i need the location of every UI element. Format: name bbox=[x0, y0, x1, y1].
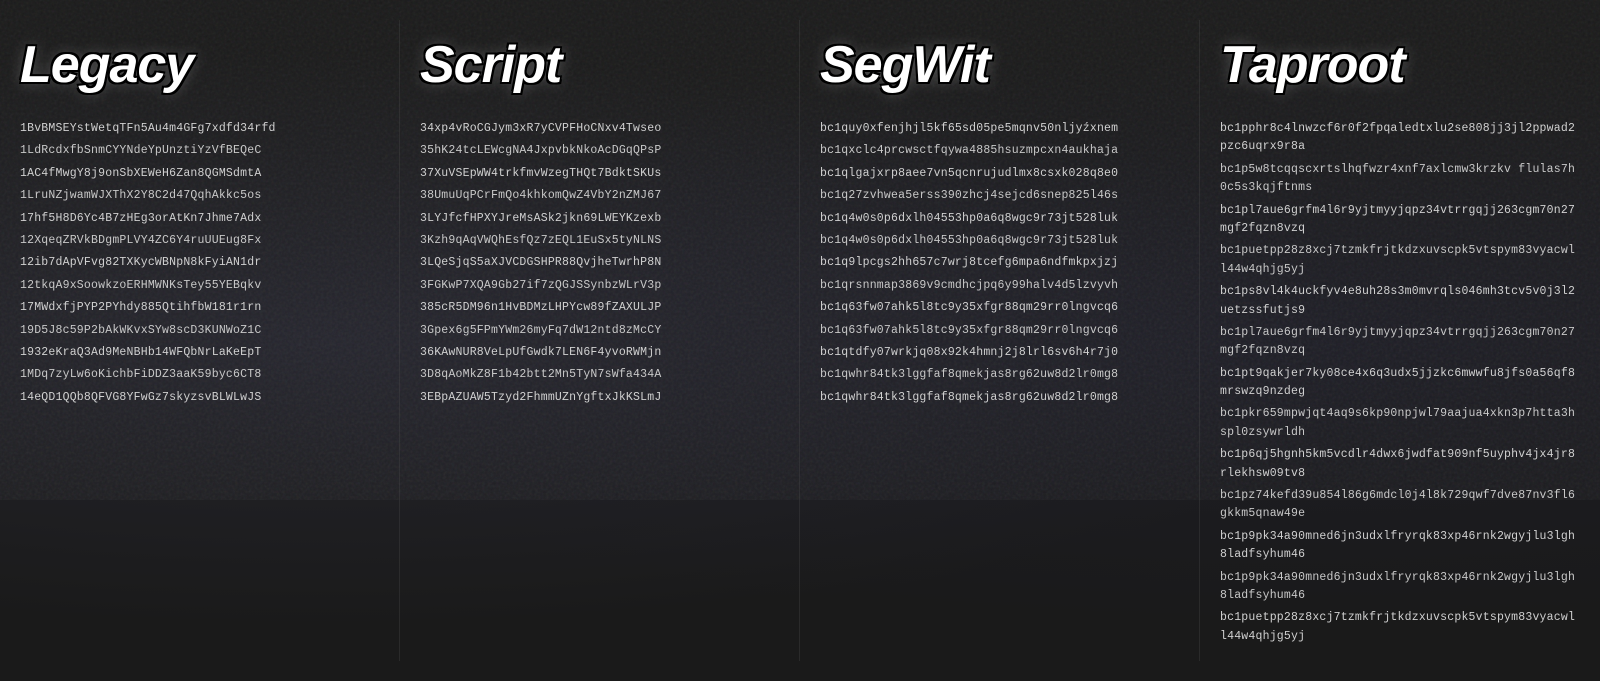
list-item[interactable]: bc1quy0xfenjhjl5kf65sd05pe5mqnv50nljyźxn… bbox=[820, 120, 1179, 138]
list-item[interactable]: 3LYJfcfHPXYJreMsASk2jkn69LWEYKzexb bbox=[420, 210, 779, 228]
list-item[interactable]: bc1qwhr84tk3lggfaf8qmekjas8rg62uw8d2lr0m… bbox=[820, 389, 1179, 407]
list-item[interactable]: 1LdRcdxfbSnmCYYNdeYpUnztiYzVfBEQeC bbox=[20, 142, 379, 160]
list-item[interactable]: 1932eKraQ3Ad9MeNBHb14WFQbNrLaKeEpT bbox=[20, 344, 379, 362]
list-item[interactable]: 3EBpAZUAW5Tzyd2FhmmUZnYgftxJkKSLmJ bbox=[420, 389, 779, 407]
legacy-title: Legacy bbox=[20, 35, 379, 95]
list-item[interactable]: 3LQeSjqS5aXJVCDGSHPR88QvjheTwrhP8N bbox=[420, 254, 779, 272]
list-item[interactable]: bc1p5w8tcqqscxrtslhqfwzr4xnf7axlcmw3krzk… bbox=[1220, 161, 1580, 198]
list-item[interactable]: bc1pphr8c4lnwzcf6r0f2fpqaledtxlu2se808jj… bbox=[1220, 120, 1580, 157]
list-item[interactable]: 17hf5H8D6Yc4B7zHEg3orAtKn7Jhme7Adx bbox=[20, 210, 379, 228]
list-item[interactable]: bc1puetpp28z8xcj7tzmkfrjtkdzxuvscpk5vtsp… bbox=[1220, 609, 1580, 646]
list-item[interactable]: bc1qtdfy07wrkjq08x92k4hmnj2j8lrl6sv6h4r7… bbox=[820, 344, 1179, 362]
script-title: Script bbox=[420, 35, 779, 95]
list-item[interactable]: bc1q4w0s0p6dxlh04553hp0a6q8wgc9r73jt528l… bbox=[820, 210, 1179, 228]
list-item[interactable]: 12tkqA9xSoowkzoERHMWNKsTey55YEBqkv bbox=[20, 277, 379, 295]
list-item[interactable]: bc1qlgajxrp8aee7vn5qcnrujudlmx8csxk028q8… bbox=[820, 165, 1179, 183]
list-item[interactable]: bc1q63fw07ahk5l8tc9y35xfgr88qm29rr0lngvc… bbox=[820, 322, 1179, 340]
list-item[interactable]: bc1p6qj5hgnh5km5vcdlr4dwx6jwdfat909nf5uy… bbox=[1220, 446, 1580, 483]
list-item[interactable]: 19D5J8c59P2bAkWKvxSYw8scD3KUNWoZ1C bbox=[20, 322, 379, 340]
list-item[interactable]: 3Kzh9qAqVWQhEsfQz7zEQL1EuSx5tyNLNS bbox=[420, 232, 779, 250]
list-item[interactable]: 1BvBMSEYstWetqTFn5Au4m4GFg7xdfd34rfd bbox=[20, 120, 379, 138]
list-item[interactable]: 3FGKwP7XQA9Gb27if7zQGJSSynbzWLrV3p bbox=[420, 277, 779, 295]
column-taproot: Taproot bc1pphr8c4lnwzcf6r0f2fpqaledtxlu2… bbox=[1200, 20, 1600, 661]
list-item[interactable]: 12ib7dApVFvg82TXKycWBNpN8kFyiAN1dr bbox=[20, 254, 379, 272]
list-item[interactable]: bc1qxclc4prcwsctfqywa4885hsuzmpcxn4aukha… bbox=[820, 142, 1179, 160]
script-address-list: 34xp4vRoCGJym3xR7yCVPFHoCNxv4Twseo 35hK24… bbox=[420, 120, 779, 407]
taproot-address-list: bc1pphr8c4lnwzcf6r0f2fpqaledtxlu2se808jj… bbox=[1220, 120, 1580, 646]
segwit-address-list: bc1quy0xfenjhjl5kf65sd05pe5mqnv50nljyźxn… bbox=[820, 120, 1179, 407]
list-item[interactable]: 1AC4fMwgY8j9onSbXEWeH6Zan8QGMSdmtA bbox=[20, 165, 379, 183]
list-item[interactable]: 14eQD1QQb8QFVG8YFwGz7skyzsvBLWLwJS bbox=[20, 389, 379, 407]
list-item[interactable]: bc1qwhr84tk3lggfaf8qmekjas8rg62uw8d2lr0m… bbox=[820, 366, 1179, 384]
list-item[interactable]: 385cR5DM96n1HvBDMzLHPYcw89fZAXULJP bbox=[420, 299, 779, 317]
list-item[interactable]: bc1q9lpcgs2hh657c7wrj8tcefg6mpa6ndfmkpxj… bbox=[820, 254, 1179, 272]
list-item[interactable]: bc1pz74kefd39u854l86g6mdcl0j4l8k729qwf7d… bbox=[1220, 487, 1580, 524]
page-container: Legacy 1BvBMSEYstWetqTFn5Au4m4GFg7xdfd34r… bbox=[0, 0, 1600, 681]
list-item[interactable]: 35hK24tcLEWcgNA4JxpvbkNkoAcDGqQPsP bbox=[420, 142, 779, 160]
list-item[interactable]: 17MWdxfjPYP2PYhdy885QtihfbW181r1rn bbox=[20, 299, 379, 317]
list-item[interactable]: 38UmuUqPCrFmQo4khkomQwZ4VbY2nZMJ67 bbox=[420, 187, 779, 205]
list-item[interactable]: 1MDq7zyLw6oKichbFiDDZ3aaK59byc6CT8 bbox=[20, 366, 379, 384]
column-script: Script 34xp4vRoCGJym3xR7yCVPFHoCNxv4Twseo… bbox=[400, 20, 800, 661]
list-item[interactable]: 37XuVSEpWW4trkfmvWzegTHQt7BdktSKUs bbox=[420, 165, 779, 183]
segwit-title: SegWit bbox=[820, 35, 1179, 95]
list-item[interactable]: 36KAwNUR8VeLpUfGwdk7LEN6F4yvoRWMjn bbox=[420, 344, 779, 362]
list-item[interactable]: bc1q63fw07ahk5l8tc9y35xfgr88qm29rr0lngvc… bbox=[820, 299, 1179, 317]
list-item[interactable]: bc1qrsnnmap3869v9cmdhcjpq6y99halv4d5lzvy… bbox=[820, 277, 1179, 295]
list-item[interactable]: 12XqeqZRVkBDgmPLVY4ZC6Y4ruUUEug8Fx bbox=[20, 232, 379, 250]
list-item[interactable]: 3D8qAoMkZ8F1b42btt2Mn5TyN7sWfa434A bbox=[420, 366, 779, 384]
list-item[interactable]: 34xp4vRoCGJym3xR7yCVPFHoCNxv4Twseo bbox=[420, 120, 779, 138]
list-item[interactable]: 1LruNZjwamWJXThX2Y8C2d47QqhAkkc5os bbox=[20, 187, 379, 205]
list-item[interactable]: bc1p9pk34a90mned6jn3udxlfryrqk83xp46rnk2… bbox=[1220, 569, 1580, 606]
taproot-title: Taproot bbox=[1220, 35, 1580, 95]
list-item[interactable]: bc1pl7aue6grfm4l6r9yjtmyyjqpz34vtrrgqjj2… bbox=[1220, 324, 1580, 361]
list-item[interactable]: bc1q27zvhwea5erss390zhcj4sejcd6snep825l4… bbox=[820, 187, 1179, 205]
legacy-address-list: 1BvBMSEYstWetqTFn5Au4m4GFg7xdfd34rfd 1LdR… bbox=[20, 120, 379, 407]
list-item[interactable]: bc1pkr659mpwjqt4aq9s6kp90npjwl79aajua4xk… bbox=[1220, 405, 1580, 442]
list-item[interactable]: bc1p9pk34a90mned6jn3udxlfryrqk83xp46rnk2… bbox=[1220, 528, 1580, 565]
list-item[interactable]: bc1q4w0s0p6dxlh04553hp0a6q8wgc9r73jt528l… bbox=[820, 232, 1179, 250]
list-item[interactable]: 3Gpex6g5FPmYWm26myFq7dW12ntd8zMcCY bbox=[420, 322, 779, 340]
list-item[interactable]: bc1pl7aue6grfm4l6r9yjtmyyjqpz34vtrrgqjj2… bbox=[1220, 202, 1580, 239]
column-legacy: Legacy 1BvBMSEYstWetqTFn5Au4m4GFg7xdfd34r… bbox=[0, 20, 400, 661]
list-item[interactable]: bc1ps8vl4k4uckfyv4e8uh28s3m0mvrqls046mh3… bbox=[1220, 283, 1580, 320]
list-item[interactable]: bc1puetpp28z8xcj7tzmkfrjtkdzxuvscpk5vtsp… bbox=[1220, 242, 1580, 279]
column-segwit: SegWit bc1quy0xfenjhjl5kf65sd05pe5mqnv50n… bbox=[800, 20, 1200, 661]
list-item[interactable]: bc1pt9qakjer7ky08ce4x6q3udx5jjzkc6mwwfu8… bbox=[1220, 365, 1580, 402]
